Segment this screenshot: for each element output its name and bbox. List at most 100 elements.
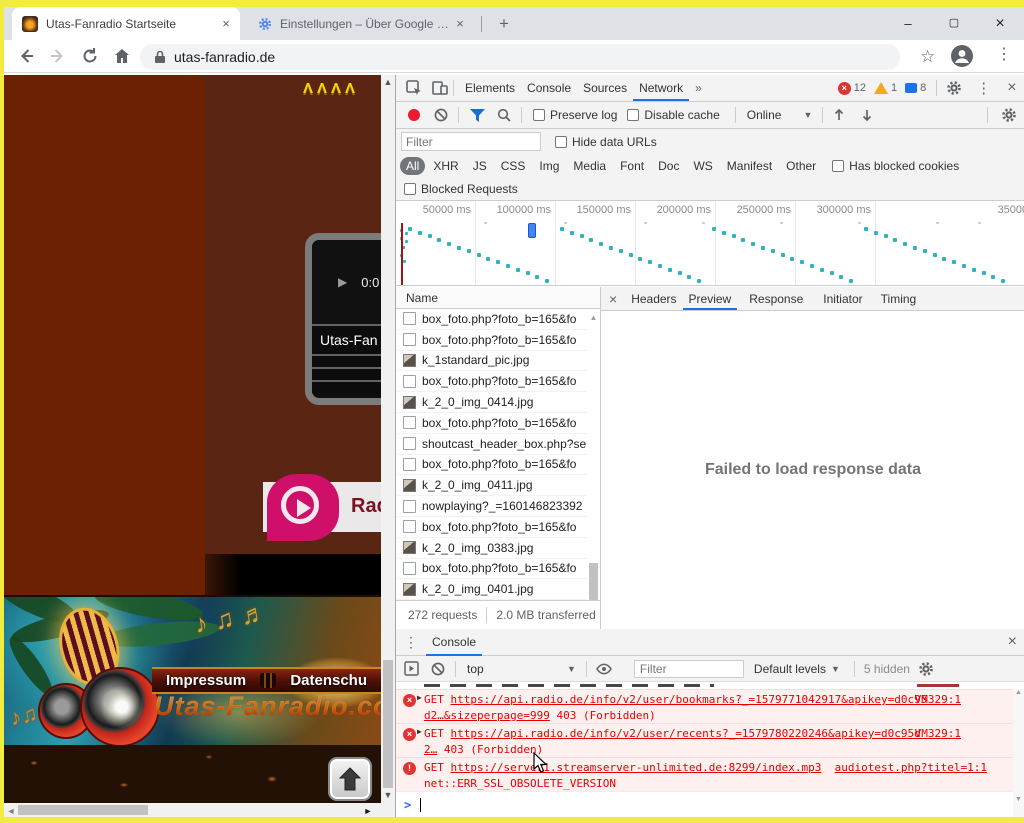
- console-url-link[interactable]: https://api.radio.de/info/v2/user/recent…: [451, 727, 921, 740]
- clear-console-icon[interactable]: [431, 662, 445, 676]
- console-source-link[interactable]: VM329:1: [915, 693, 961, 706]
- details-tab-preview[interactable]: Preview: [683, 287, 738, 310]
- request-row[interactable]: k_2_0_img_0414.jpg: [396, 392, 588, 413]
- throttling-select[interactable]: Online: [747, 108, 782, 122]
- request-row[interactable]: box_foto.php?foto_b=165&fo: [396, 455, 588, 476]
- warning-count-badge[interactable]: 1: [874, 82, 897, 94]
- details-tab-headers[interactable]: Headers: [625, 287, 682, 310]
- filter-funnel-icon[interactable]: [470, 109, 485, 122]
- tab-close-icon[interactable]: ×: [218, 16, 234, 32]
- more-tabs-chevron[interactable]: »: [689, 75, 708, 101]
- devtools-tab-network[interactable]: Network: [633, 75, 689, 101]
- request-row[interactable]: box_foto.php?foto_b=165&fo: [396, 413, 588, 434]
- scroll-down-arrow[interactable]: ▼: [1013, 796, 1024, 803]
- console-url-link[interactable]: d2…&sizeperpage=999: [424, 709, 550, 722]
- devtools-tab-elements[interactable]: Elements: [459, 75, 521, 101]
- export-har-icon[interactable]: [860, 108, 874, 122]
- import-har-icon[interactable]: [832, 108, 846, 122]
- bookmark-star-icon[interactable]: ☆: [920, 47, 940, 67]
- details-close-icon[interactable]: ×: [609, 291, 617, 307]
- request-row[interactable]: k_2_0_img_0383.jpg: [396, 538, 588, 559]
- address-bar[interactable]: utas-fanradio.de: [140, 44, 900, 70]
- request-row[interactable]: k_1standard_pic.jpg: [396, 351, 588, 372]
- request-row[interactable]: k_2_0_img_0411.jpg: [396, 475, 588, 496]
- expand-arrow-icon[interactable]: ▶: [417, 727, 422, 736]
- details-tab-timing[interactable]: Timing: [875, 287, 923, 310]
- forward-icon[interactable]: [48, 46, 68, 66]
- device-toolbar-icon[interactable]: [432, 80, 448, 96]
- page-vertical-scrollbar[interactable]: ▲ ▼: [381, 75, 395, 803]
- lock-icon[interactable]: [154, 50, 166, 64]
- scroll-up-arrow[interactable]: ▲: [587, 309, 600, 322]
- request-row[interactable]: box_foto.php?foto_b=165&fo: [396, 559, 588, 580]
- console-error-message[interactable]: ! GET https://server1.streamserver-unlim…: [396, 757, 1024, 791]
- type-filter[interactable]: Img: [533, 157, 565, 175]
- type-filter[interactable]: CSS: [495, 157, 532, 175]
- request-row[interactable]: box_foto.php?foto_b=165&fo: [396, 330, 588, 351]
- devtools-tab-sources[interactable]: Sources: [577, 75, 633, 101]
- console-filter-input[interactable]: [634, 660, 744, 678]
- log-levels-select[interactable]: Default levels: [754, 662, 826, 676]
- profile-avatar[interactable]: [950, 44, 970, 64]
- console-sidebar-icon[interactable]: [404, 661, 419, 676]
- message-count-badge[interactable]: 8: [905, 82, 926, 94]
- request-row[interactable]: box_foto.php?foto_b=165&fo: [396, 309, 588, 330]
- network-filter-input[interactable]: [401, 132, 541, 151]
- console-prompt[interactable]: >: [396, 791, 1024, 817]
- type-filter[interactable]: JS: [467, 157, 493, 175]
- details-tab-response[interactable]: Response: [743, 287, 809, 310]
- minimize-button[interactable]: –: [888, 7, 928, 40]
- console-url-link[interactable]: 2…: [424, 743, 437, 756]
- type-filter[interactable]: Manifest: [721, 157, 778, 175]
- console-error-message[interactable]: × ▶ VM329:1 GET https://api.radio.de/inf…: [396, 723, 1024, 757]
- type-filter-all[interactable]: All: [400, 157, 425, 175]
- type-filter[interactable]: XHR: [427, 157, 464, 175]
- reload-icon[interactable]: [80, 46, 100, 66]
- expand-arrow-icon[interactable]: ▶: [417, 693, 422, 702]
- type-filter[interactable]: WS: [687, 157, 718, 175]
- scroll-left-arrow[interactable]: ◄: [5, 806, 17, 816]
- play-icon[interactable]: ▶: [338, 275, 347, 289]
- radio-de-logo[interactable]: [267, 474, 339, 541]
- clear-network-log-icon[interactable]: [434, 108, 448, 122]
- throttling-dropdown-arrow-icon[interactable]: ▼: [803, 110, 812, 120]
- hide-data-urls-checkbox[interactable]: [555, 136, 567, 148]
- error-count-badge[interactable]: × 12: [838, 82, 866, 95]
- browser-tab-utas-fanradio[interactable]: Utas-Fanradio Startseite ×: [12, 7, 240, 40]
- maximize-button[interactable]: ▢: [934, 7, 974, 40]
- request-row[interactable]: nowplaying?_=160146823392: [396, 496, 588, 517]
- network-settings-gear-icon[interactable]: [1001, 107, 1017, 123]
- devtools-menu-kebab-icon[interactable]: ⋮: [976, 79, 991, 97]
- console-url-link[interactable]: https://server1.streamserver-unlimited.d…: [451, 761, 822, 774]
- devtools-close-icon[interactable]: ×: [1007, 79, 1016, 97]
- scroll-up-arrow[interactable]: ▲: [381, 77, 395, 87]
- details-tab-initiator[interactable]: Initiator: [817, 287, 868, 310]
- browser-tab-settings[interactable]: Einstellungen – Über Google Chr ×: [248, 7, 474, 40]
- type-filter[interactable]: Other: [780, 157, 822, 175]
- preserve-log-checkbox[interactable]: [533, 109, 545, 121]
- inspect-element-icon[interactable]: [406, 80, 422, 96]
- scroll-down-arrow[interactable]: ▼: [381, 790, 395, 800]
- player-row[interactable]: [312, 380, 381, 394]
- request-row[interactable]: box_foto.php?foto_b=165&fo: [396, 517, 588, 538]
- context-dropdown-arrow-icon[interactable]: ▼: [567, 664, 576, 674]
- levels-dropdown-arrow-icon[interactable]: ▼: [831, 664, 840, 674]
- request-row[interactable]: shoutcast_header_box.php?se: [396, 434, 588, 455]
- back-icon[interactable]: [16, 46, 36, 66]
- type-filter[interactable]: Doc: [652, 157, 685, 175]
- devtools-settings-gear-icon[interactable]: [946, 80, 962, 96]
- console-settings-gear-icon[interactable]: [918, 661, 934, 677]
- console-error-message[interactable]: × ▶ VM329:1 GET https://api.radio.de/inf…: [396, 689, 1024, 723]
- console-source-link[interactable]: audiotest.php?titel=1:1: [835, 761, 987, 774]
- scroll-up-arrow[interactable]: ▲: [1013, 689, 1024, 696]
- console-scrollbar[interactable]: ▲ ▼: [1013, 689, 1024, 817]
- execution-context-select[interactable]: top: [467, 662, 567, 676]
- back-to-top-button[interactable]: [328, 757, 372, 801]
- console-source-link[interactable]: VM329:1: [915, 727, 961, 740]
- type-filter[interactable]: Media: [567, 157, 612, 175]
- disable-cache-checkbox[interactable]: [627, 109, 639, 121]
- tab-close-icon[interactable]: ×: [452, 16, 468, 32]
- type-filter[interactable]: Font: [614, 157, 650, 175]
- drawer-menu-kebab-icon[interactable]: ⋮: [404, 634, 418, 651]
- request-row[interactable]: box_foto.php?foto_b=165&fo: [396, 371, 588, 392]
